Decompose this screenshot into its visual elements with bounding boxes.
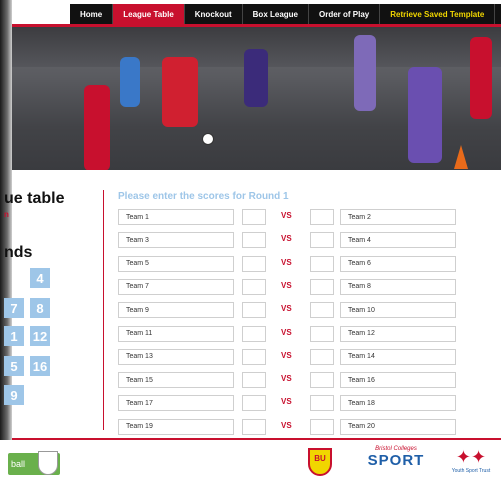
away-score-input[interactable]: [310, 325, 334, 342]
away-score-input[interactable]: [310, 395, 334, 412]
home-team-field[interactable]: Team 11: [118, 325, 234, 342]
away-team-field[interactable]: Team 20: [340, 418, 456, 435]
vs-label: VS: [281, 350, 292, 360]
bristol-colleges-sport-logo: Bristol Colleges SPORT: [366, 446, 426, 469]
round-button[interactable]: 12: [30, 326, 50, 346]
away-team-field[interactable]: Team 10: [340, 302, 456, 319]
youth-sport-trust-logo: ✦✦ Youth Sport Trust: [448, 446, 494, 474]
home-score-input[interactable]: [242, 302, 266, 319]
match-row: Team 15 VS Team 16: [118, 372, 458, 389]
round-button[interactable]: 8: [30, 298, 50, 318]
home-score-input[interactable]: [242, 209, 266, 225]
home-team-field[interactable]: Team 1: [118, 209, 234, 225]
away-score-input[interactable]: [310, 232, 334, 249]
nav-item-home[interactable]: Home: [70, 4, 114, 24]
away-team-field[interactable]: Team 16: [340, 372, 456, 389]
home-score-input[interactable]: [242, 278, 266, 295]
home-score-input[interactable]: [242, 232, 266, 249]
round-button[interactable]: 5: [4, 356, 24, 376]
vs-label: VS: [281, 420, 292, 430]
match-row: Team 1 VS Team 2: [118, 209, 458, 225]
hero-image: [12, 27, 501, 170]
away-score-input[interactable]: [310, 255, 334, 272]
home-team-field[interactable]: Team 3: [118, 232, 234, 249]
player-purple-front: [408, 67, 442, 163]
home-team-field[interactable]: Team 7: [118, 278, 234, 295]
away-team-field[interactable]: Team 12: [340, 325, 456, 342]
side-subheading: n: [4, 210, 9, 219]
form-title: Please enter the scores for Round 1: [118, 191, 289, 202]
home-score-input[interactable]: [242, 255, 266, 272]
match-row: Team 5 VS Team 6: [118, 255, 458, 272]
bc-logo-main: SPORT: [367, 452, 425, 469]
match-row: Team 11 VS Team 12: [118, 325, 458, 342]
away-score-input[interactable]: [310, 302, 334, 319]
round-button[interactable]: 9: [4, 385, 24, 405]
match-row: Team 17 VS Team 18: [118, 395, 458, 412]
side-heading: ue table: [4, 190, 65, 207]
away-score-input[interactable]: [310, 278, 334, 295]
football: [202, 133, 214, 145]
match-row: Team 13 VS Team 14: [118, 348, 458, 365]
home-team-field[interactable]: Team 17: [118, 395, 234, 412]
rounds-heading: nds: [4, 244, 33, 261]
home-score-input[interactable]: [242, 348, 266, 365]
nav-item-box-league[interactable]: Box League: [243, 4, 309, 24]
bu-logo: BU: [308, 448, 332, 476]
match-row: Team 19 VS Team 20: [118, 418, 458, 435]
away-team-field[interactable]: Team 14: [340, 348, 456, 365]
home-score-input[interactable]: [242, 325, 266, 342]
cone: [454, 145, 468, 169]
vs-label: VS: [281, 257, 292, 267]
player-blue: [120, 57, 140, 107]
nav-item-order-of-play[interactable]: Order of Play: [309, 4, 381, 24]
nav-item-knockout[interactable]: Knockout: [185, 4, 243, 24]
home-team-field[interactable]: Team 15: [118, 372, 234, 389]
top-nav: Home League Table Knockout Box League Order …: [70, 4, 501, 24]
away-team-field[interactable]: Team 8: [340, 278, 456, 295]
home-team-field[interactable]: Team 19: [118, 418, 234, 435]
home-team-field[interactable]: Team 13: [118, 348, 234, 365]
column-divider: [103, 190, 104, 430]
home-team-field[interactable]: Team 9: [118, 302, 234, 319]
away-score-input[interactable]: [310, 418, 334, 435]
nav-item-league-table[interactable]: League Table: [113, 4, 185, 24]
vs-label: VS: [281, 304, 292, 314]
england-crest-icon: [38, 451, 58, 475]
away-score-input[interactable]: [310, 372, 334, 389]
vs-label: VS: [281, 397, 292, 407]
home-score-input[interactable]: [242, 395, 266, 412]
round-button[interactable]: 7: [4, 298, 24, 318]
away-team-field[interactable]: Team 6: [340, 255, 456, 272]
vs-label: VS: [281, 234, 292, 244]
away-score-input[interactable]: [310, 348, 334, 365]
away-score-input[interactable]: [310, 209, 334, 225]
vs-label: VS: [281, 327, 292, 337]
match-row: Team 9 VS Team 10: [118, 302, 458, 319]
badge-text: ball: [11, 459, 26, 469]
round-button[interactable]: 1: [4, 326, 24, 346]
nav-item-retrieve-saved-template[interactable]: Retrieve Saved Template: [380, 4, 496, 24]
vs-label: VS: [281, 280, 292, 290]
yst-figures-icon: ✦✦: [455, 447, 487, 467]
match-row: Team 7 VS Team 8: [118, 278, 458, 295]
player-red-kicker: [162, 57, 198, 127]
round-button[interactable]: 4: [30, 268, 50, 288]
away-team-field[interactable]: Team 18: [340, 395, 456, 412]
player-red-right: [470, 37, 492, 119]
yst-logo-text: Youth Sport Trust: [451, 468, 491, 474]
away-team-field[interactable]: Team 4: [340, 232, 456, 249]
home-score-input[interactable]: [242, 372, 266, 389]
player-purple: [354, 35, 376, 111]
away-team-field[interactable]: Team 2: [340, 209, 456, 225]
bu-logo-text: BU: [314, 454, 326, 463]
round-button[interactable]: 16: [30, 356, 50, 376]
vs-label: VS: [281, 211, 292, 220]
match-row: Team 3 VS Team 4: [118, 232, 458, 249]
home-team-field[interactable]: Team 5: [118, 255, 234, 272]
player-navy: [244, 49, 268, 107]
home-score-input[interactable]: [242, 418, 266, 435]
player-red-jacket: [84, 85, 110, 170]
vs-label: VS: [281, 374, 292, 384]
